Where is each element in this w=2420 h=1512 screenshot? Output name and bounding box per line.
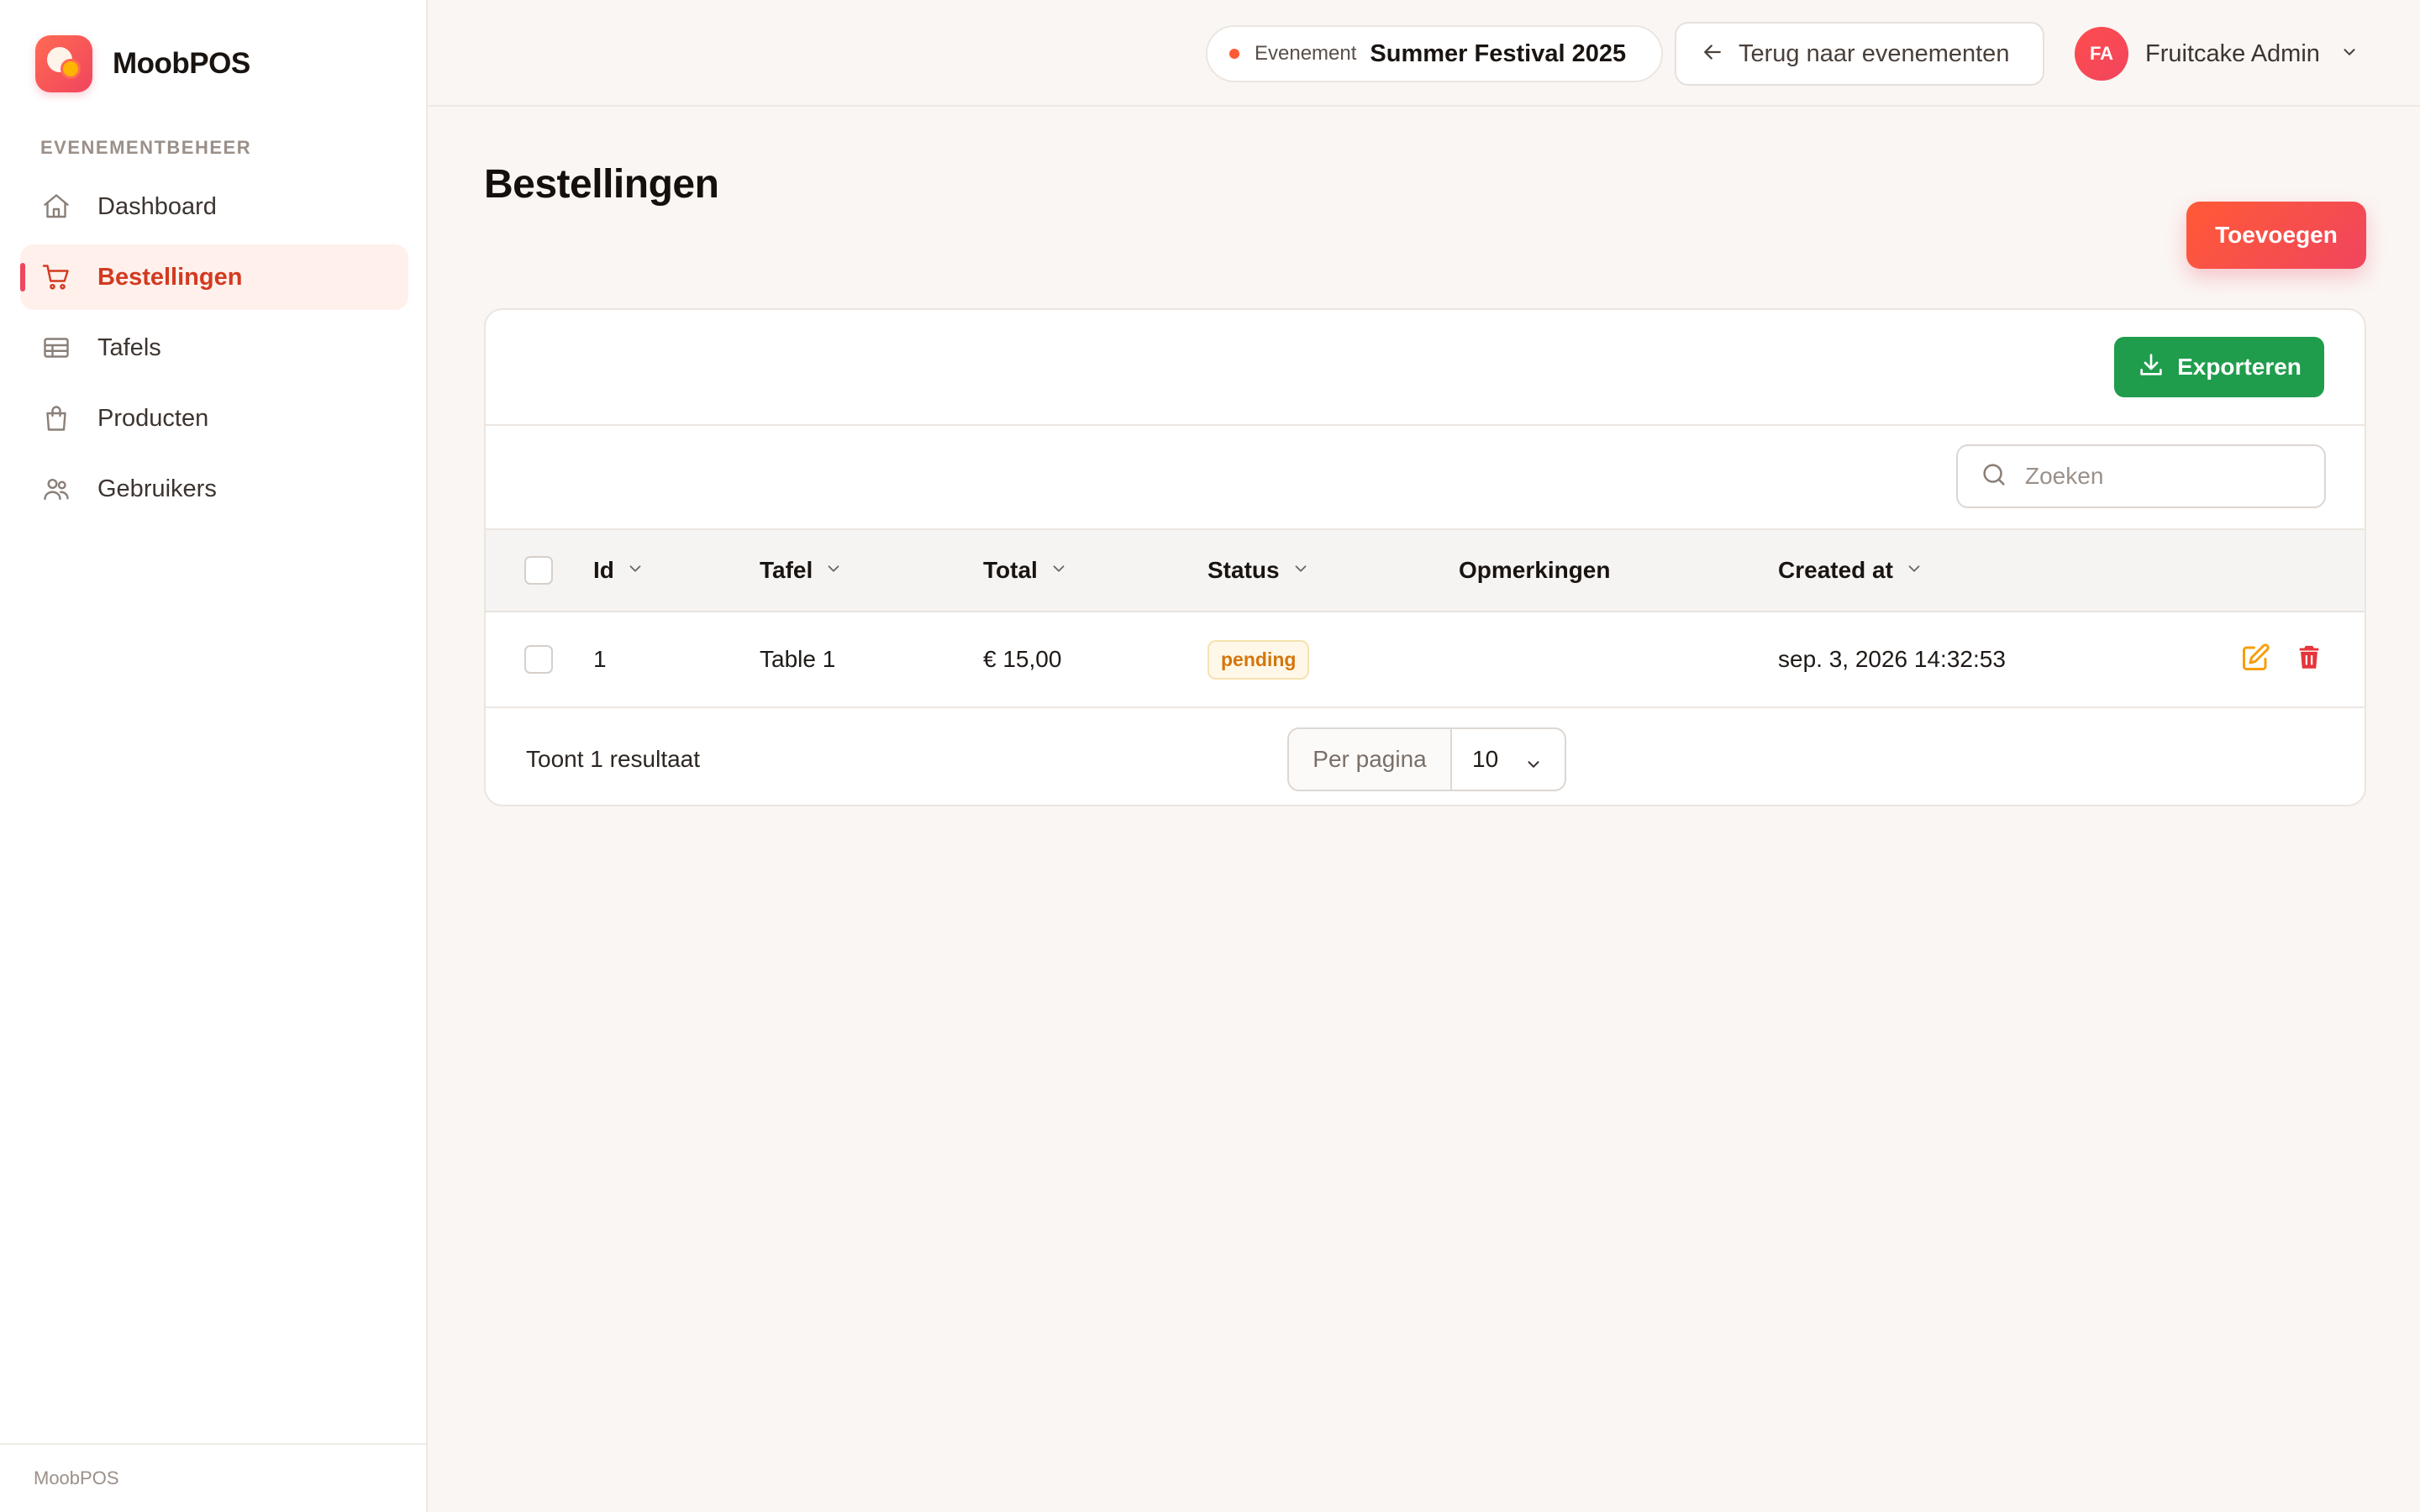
- user-menu[interactable]: FA Fruitcake Admin: [2075, 27, 2359, 81]
- user-name: Fruitcake Admin: [2145, 39, 2320, 67]
- sidebar: MoobPOS EVENEMENTBEHEER Dashboard Bestel…: [0, 0, 428, 1512]
- sidebar-item-tafels[interactable]: Tafels: [20, 315, 408, 381]
- column-header-label: Opmerkingen: [1459, 557, 1611, 583]
- search-row: [486, 426, 2365, 530]
- chevron-down-icon: [2340, 43, 2359, 66]
- sidebar-item-label: Bestellingen: [97, 263, 243, 291]
- chevron-down-icon: [1050, 557, 1068, 584]
- chevron-down-icon: [626, 557, 644, 584]
- column-header-label: Created at: [1778, 557, 1893, 583]
- column-header-label: Status: [1207, 557, 1280, 583]
- sidebar-item-dashboard[interactable]: Dashboard: [20, 174, 408, 239]
- column-header-label: Id: [593, 557, 614, 583]
- table-toolbar: Exporteren: [486, 310, 2365, 426]
- cell-id: 1: [593, 646, 607, 672]
- trash-icon: [2295, 643, 2323, 676]
- row-checkbox[interactable]: [524, 645, 553, 674]
- per-page-value: 10: [1472, 746, 1499, 772]
- column-header-tafel[interactable]: Tafel: [760, 530, 843, 611]
- brand[interactable]: MoobPOS: [35, 35, 250, 92]
- edit-button[interactable]: [2238, 643, 2272, 676]
- per-page-control: Per pagina 10: [1287, 727, 1566, 791]
- sidebar-item-label: Gebruikers: [97, 475, 217, 502]
- column-header-created-at[interactable]: Created at: [1778, 530, 1923, 611]
- sidebar-nav: Dashboard Bestellingen Tafels Producten …: [20, 174, 408, 527]
- per-page-label: Per pagina: [1289, 729, 1452, 790]
- table-row: 1 Table 1 € 15,00 pending sep. 3, 2026 1…: [486, 612, 2365, 708]
- chevron-down-icon: [1524, 753, 1543, 780]
- cell-created-at: sep. 3, 2026 14:32:53: [1778, 646, 2006, 672]
- table-icon: [40, 332, 72, 364]
- table-footer: Toont 1 resultaat Per pagina 10: [486, 708, 2365, 805]
- brand-logo-icon: [35, 35, 92, 92]
- results-count: Toont 1 resultaat: [526, 745, 701, 772]
- home-icon: [40, 191, 72, 223]
- event-name: Summer Festival 2025: [1370, 39, 1627, 67]
- sidebar-item-label: Dashboard: [97, 192, 217, 220]
- chevron-down-icon: [1905, 557, 1923, 584]
- page-title: Bestellingen: [484, 162, 719, 207]
- nav-section-label: EVENEMENTBEHEER: [40, 137, 252, 158]
- chevron-down-icon: [1292, 557, 1310, 584]
- column-header-label: Tafel: [760, 557, 813, 583]
- search-input[interactable]: [2023, 462, 2312, 491]
- column-header-id[interactable]: Id: [593, 530, 644, 611]
- topbar: Evenement Summer Festival 2025 Terug naa…: [428, 0, 2420, 107]
- bag-icon: [40, 402, 72, 434]
- column-header-label: Total: [983, 557, 1038, 583]
- event-status-dot: [1229, 49, 1239, 59]
- event-label: Evenement: [1255, 42, 1357, 65]
- status-badge: pending: [1207, 639, 1310, 680]
- sidebar-item-gebruikers[interactable]: Gebruikers: [20, 456, 408, 522]
- export-button[interactable]: Exporteren: [2114, 337, 2324, 397]
- delete-button[interactable]: [2292, 643, 2326, 676]
- orders-table-card: Exporteren Id Tafel: [484, 308, 2366, 806]
- search-box[interactable]: [1956, 444, 2326, 508]
- column-header-total[interactable]: Total: [983, 530, 1068, 611]
- select-all-checkbox[interactable]: [524, 556, 553, 585]
- download-icon: [2137, 350, 2165, 385]
- event-indicator: Evenement Summer Festival 2025: [1206, 25, 1663, 82]
- cell-tafel: Table 1: [760, 646, 836, 672]
- export-label: Exporteren: [2177, 354, 2302, 380]
- back-to-events-label: Terug naar evenementen: [1739, 39, 2010, 67]
- brand-name: MoobPOS: [113, 47, 250, 80]
- sidebar-item-producten[interactable]: Producten: [20, 386, 408, 451]
- arrow-left-icon: [1700, 39, 1725, 69]
- column-header-status[interactable]: Status: [1207, 530, 1310, 611]
- cart-icon: [40, 261, 72, 293]
- cell-status: pending: [1207, 612, 1310, 706]
- users-icon: [40, 473, 72, 505]
- sidebar-footer: MoobPOS: [0, 1443, 426, 1512]
- back-to-events-button[interactable]: Terug naar evenementen: [1675, 22, 2044, 86]
- cell-total: € 15,00: [983, 646, 1062, 672]
- add-button[interactable]: Toevoegen: [2186, 202, 2366, 269]
- app-root: MoobPOS EVENEMENTBEHEER Dashboard Bestel…: [0, 0, 2420, 1512]
- edit-icon: [2240, 643, 2270, 677]
- table-header: Id Tafel Total Status Opmerkingen Create…: [486, 530, 2365, 612]
- per-page-select[interactable]: 10: [1452, 729, 1565, 790]
- sidebar-item-label: Producten: [97, 404, 209, 432]
- column-header-opmerkingen: Opmerkingen: [1459, 530, 1610, 611]
- avatar: FA: [2075, 27, 2128, 81]
- sidebar-item-bestellingen[interactable]: Bestellingen: [20, 244, 408, 310]
- chevron-down-icon: [824, 557, 843, 584]
- sidebar-item-label: Tafels: [97, 333, 161, 361]
- search-icon: [1980, 460, 2008, 493]
